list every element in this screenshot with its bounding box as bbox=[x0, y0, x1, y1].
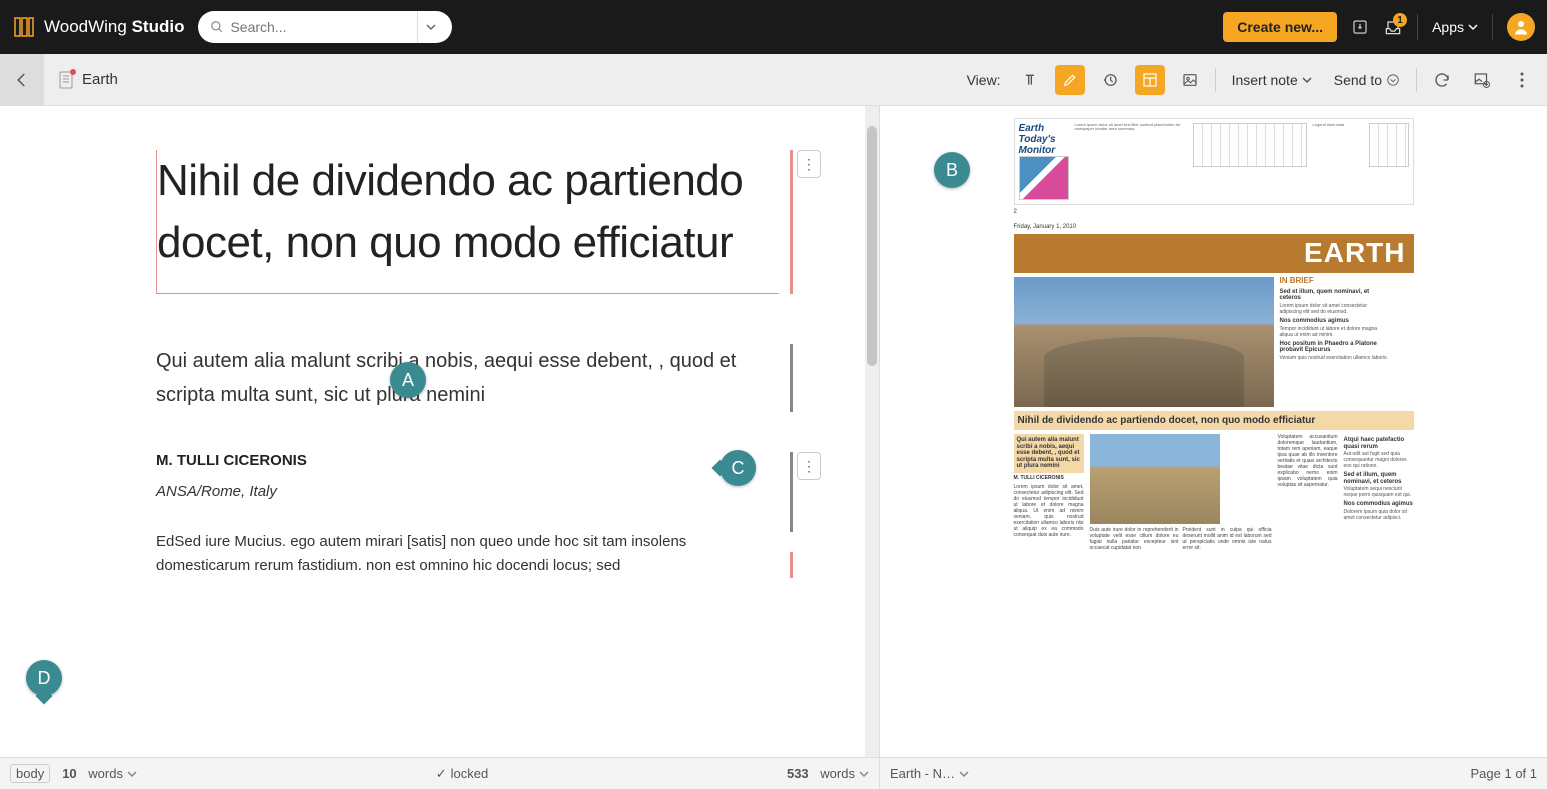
sidebar-heading: Hoc positum in Phaedro a Platone probavi… bbox=[1280, 341, 1390, 354]
search-box[interactable] bbox=[198, 11, 452, 43]
view-image-button[interactable] bbox=[1175, 65, 1205, 95]
byline-block[interactable]: M. TULLI CICERONIS ANSA/Rome, Italy EdSe… bbox=[156, 452, 779, 578]
search-icon bbox=[210, 20, 224, 34]
photo-placeholder bbox=[1090, 434, 1220, 524]
total-word-count[interactable]: 533 words bbox=[787, 766, 869, 781]
chart-icon bbox=[1193, 123, 1307, 167]
sidebar-text: Voluptatem sequi nesciunt neque porro qu… bbox=[1344, 486, 1414, 498]
divider bbox=[1492, 14, 1493, 40]
status-bar-row: body 10 words ✓ locked 533 words Earth -… bbox=[0, 757, 1547, 789]
headline-text[interactable]: Nihil de dividendo ac partiendo docet, n… bbox=[156, 150, 779, 294]
block-marker bbox=[790, 552, 793, 578]
chart-icon bbox=[1019, 156, 1069, 200]
sidebar-heading: Nos commodius agimus bbox=[1280, 318, 1390, 325]
sidebar-text: Aut odit aut fugit sed quia consequuntur… bbox=[1344, 451, 1414, 469]
block-marker bbox=[790, 452, 793, 532]
locked-status: ✓ locked bbox=[436, 766, 488, 782]
preview-article-title: Nihil de dividendo ac partiendo docet, n… bbox=[1014, 411, 1414, 430]
monitor-title: Earth Today's Monitor bbox=[1019, 123, 1069, 156]
notification-badge: 1 bbox=[1393, 13, 1407, 27]
apps-menu[interactable]: Apps bbox=[1432, 19, 1478, 35]
search-dropdown-toggle[interactable] bbox=[417, 11, 444, 43]
insert-note-button[interactable]: Insert note bbox=[1226, 68, 1318, 92]
preview-doc-selector[interactable]: Earth - N… bbox=[890, 766, 969, 781]
upload-icon[interactable] bbox=[1351, 18, 1369, 36]
create-new-button[interactable]: Create new... bbox=[1223, 12, 1337, 42]
block-marker bbox=[790, 150, 793, 294]
document-title: Earth bbox=[82, 71, 118, 88]
section-banner: EARTH bbox=[1014, 234, 1414, 273]
top-bar: WoodWing Studio Create new... 1 Apps bbox=[0, 0, 1547, 54]
view-label: View: bbox=[967, 72, 1001, 88]
annotation-badge-c: C bbox=[720, 450, 756, 486]
check-icon: ✓ bbox=[436, 766, 447, 782]
view-layout-button[interactable] bbox=[1135, 65, 1165, 95]
brand-logo[interactable]: WoodWing Studio bbox=[12, 15, 184, 39]
chart-icon bbox=[1369, 123, 1409, 167]
headline-block[interactable]: Nihil de dividendo ac partiendo docet, n… bbox=[156, 150, 779, 294]
byline-text[interactable]: M. TULLI CICERONIS bbox=[156, 452, 779, 469]
sidebar-text: Veniam quis nostrud exercitation ullamco… bbox=[1280, 355, 1390, 361]
back-button[interactable] bbox=[0, 54, 44, 106]
preview-pane[interactable]: B Earth Today's Monitor Lorem ipsum dolo… bbox=[880, 106, 1547, 757]
tray-icon[interactable]: 1 bbox=[1383, 17, 1403, 37]
block-menu-button[interactable]: ⋮ bbox=[797, 452, 821, 480]
element-word-count[interactable]: 10 words bbox=[62, 766, 137, 781]
file-icon bbox=[58, 71, 74, 89]
sidebar-text: Tempor incididunt ut labore et dolore ma… bbox=[1280, 326, 1390, 338]
editor-pane[interactable]: Nihil de dividendo ac partiendo docet, n… bbox=[0, 106, 880, 757]
annotation-badge-d: D bbox=[26, 660, 62, 696]
view-edit-button[interactable] bbox=[1055, 65, 1085, 95]
unsaved-dot-icon bbox=[70, 69, 76, 75]
preview-intro: Qui autem alia malunt scribi a nobis, ae… bbox=[1014, 434, 1084, 473]
preview-date: Friday, January 1, 2010 bbox=[1014, 220, 1414, 235]
subhead-block[interactable]: Qui autem alia malunt scribi a nobis, ae… bbox=[156, 344, 779, 412]
block-marker bbox=[790, 344, 793, 412]
annotation-badge-b: B bbox=[934, 152, 970, 188]
body-text[interactable]: EdSed iure Mucius. ego autem mirari [sat… bbox=[156, 530, 779, 578]
user-avatar[interactable] bbox=[1507, 13, 1535, 41]
in-brief-label: IN BRIEF bbox=[1280, 277, 1390, 286]
view-history-button[interactable] bbox=[1095, 65, 1125, 95]
divider bbox=[1417, 14, 1418, 40]
document-tab[interactable]: Earth bbox=[44, 71, 132, 89]
preview-byline: M. TULLI CICERONIS bbox=[1014, 476, 1084, 482]
woodwing-logo-icon bbox=[12, 15, 36, 39]
sidebar-heading: Atqui haec patefactio quasi rerum bbox=[1344, 437, 1414, 450]
sidebar-heading: Sed et illum, quem nominavi, et ceteros bbox=[1344, 472, 1414, 485]
page-info: Page 1 of 1 bbox=[1471, 766, 1538, 781]
sidebar-heading: Nos commodius agimus bbox=[1344, 501, 1414, 508]
photo-placeholder bbox=[1014, 277, 1274, 407]
separator bbox=[1416, 68, 1417, 92]
view-text-button[interactable] bbox=[1015, 65, 1045, 95]
image-add-button[interactable] bbox=[1467, 65, 1497, 95]
search-input[interactable] bbox=[230, 19, 411, 35]
sidebar-text: Lorem ipsum dolor sit amet consectetur a… bbox=[1280, 303, 1390, 315]
agency-text[interactable]: ANSA/Rome, Italy bbox=[156, 483, 779, 500]
preview-status-bar: Earth - N… Page 1 of 1 bbox=[880, 757, 1547, 789]
separator bbox=[1215, 68, 1216, 92]
page-number: 2 bbox=[1014, 205, 1017, 220]
more-menu-button[interactable] bbox=[1507, 65, 1537, 95]
main-content: Nihil de dividendo ac partiendo docet, n… bbox=[0, 106, 1547, 757]
refresh-button[interactable] bbox=[1427, 65, 1457, 95]
send-to-button[interactable]: Send to bbox=[1328, 68, 1406, 92]
brand-name: WoodWing Studio bbox=[44, 17, 184, 37]
block-menu-button[interactable]: ⋮ bbox=[797, 150, 821, 178]
sidebar-text: Dolorem ipsum quia dolor sit amet consec… bbox=[1344, 509, 1414, 521]
scrollbar[interactable] bbox=[865, 106, 879, 757]
subhead-text[interactable]: Qui autem alia malunt scribi a nobis, ae… bbox=[156, 344, 779, 412]
document-toolbar: Earth View: Insert note Send to bbox=[0, 54, 1547, 106]
element-type[interactable]: body bbox=[10, 764, 50, 783]
annotation-badge-a: A bbox=[390, 362, 426, 398]
sidebar-heading: Sed et illum, quem nominavi, et ceteros bbox=[1280, 289, 1390, 302]
newspaper-preview: Earth Today's Monitor Lorem ipsum dolor … bbox=[1014, 118, 1414, 551]
scroll-thumb[interactable] bbox=[867, 126, 877, 366]
editor-status-bar: body 10 words ✓ locked 533 words bbox=[0, 757, 880, 789]
